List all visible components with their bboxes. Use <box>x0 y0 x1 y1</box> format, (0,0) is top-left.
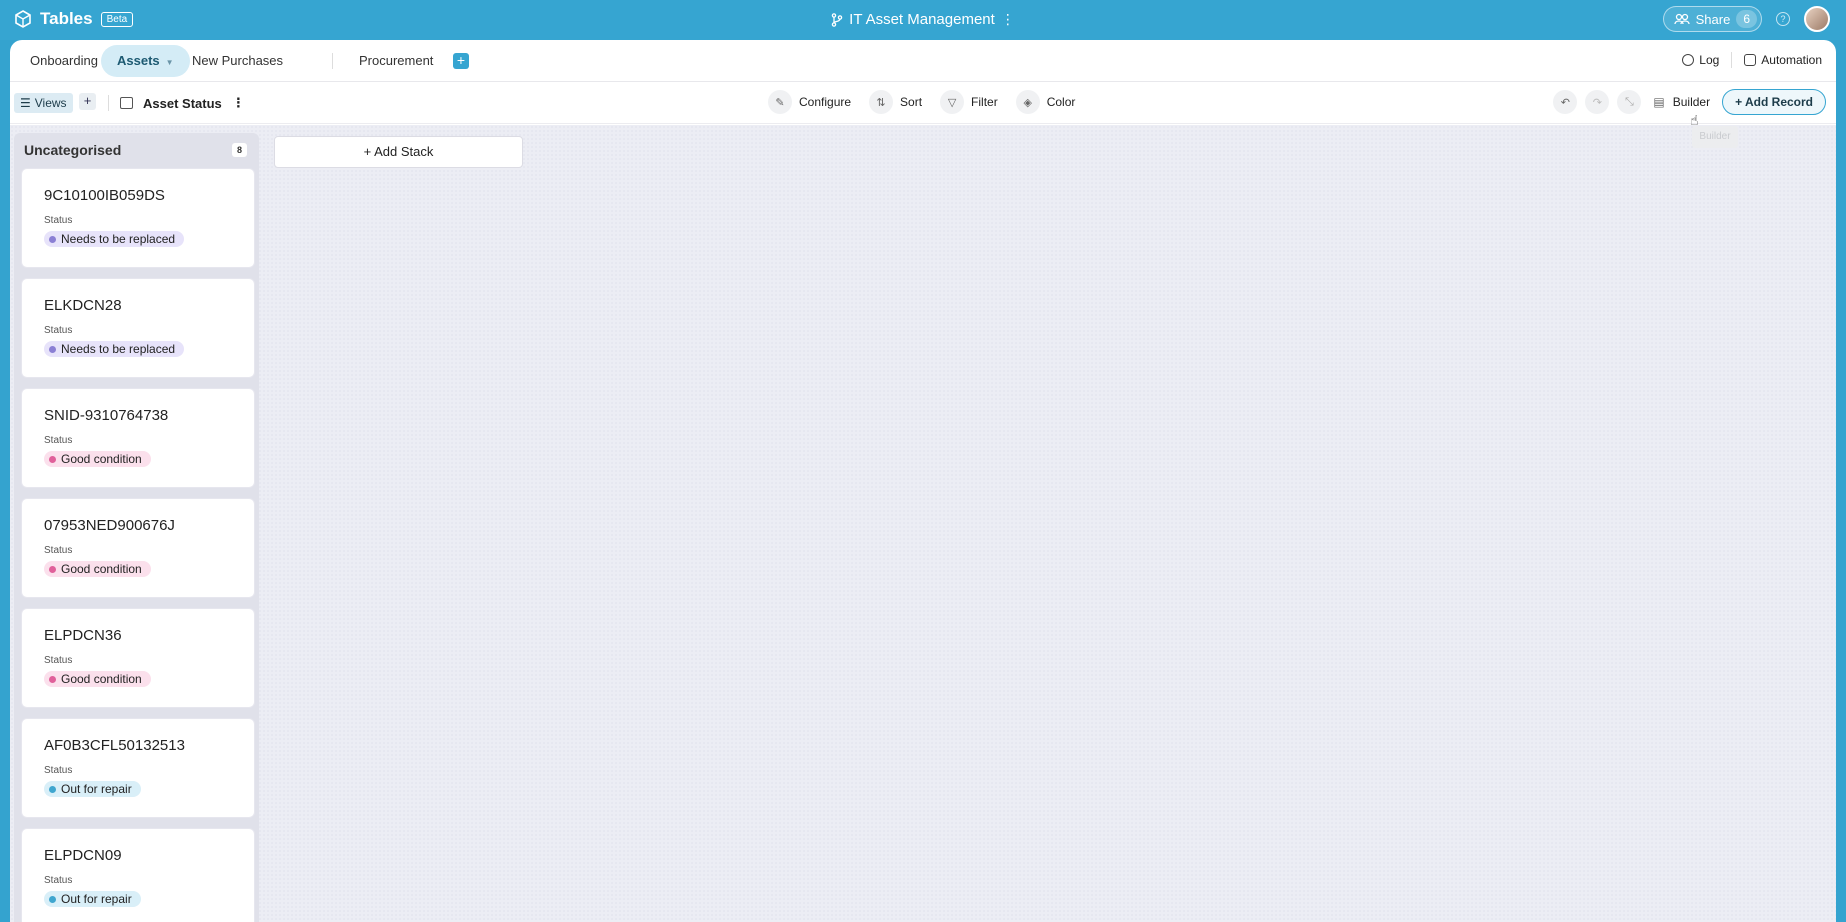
automation-icon <box>1744 54 1757 66</box>
status-badge: Good condition <box>44 671 151 687</box>
undo-icon[interactable]: ↶ <box>1553 90 1578 114</box>
card-title: 9C10100IB059DS <box>44 187 165 204</box>
record-card[interactable]: ELKDCN28 Status Needs to be replaced <box>22 279 254 377</box>
filter-icon: ▽ <box>940 90 965 114</box>
builder-icon: ▤ <box>1653 95 1665 109</box>
share-count: 6 <box>1736 10 1757 28</box>
status-badge: Good condition <box>44 451 151 467</box>
card-title: ELKDCN28 <box>44 297 122 314</box>
status-badge: Out for repair <box>44 781 141 797</box>
card-title: 07953NED900676J <box>44 517 175 534</box>
hand-cursor-icon: ☝ <box>1690 112 1699 128</box>
status-field-label: Status <box>44 875 73 886</box>
color-label: Color <box>1046 95 1076 109</box>
status-field-label: Status <box>44 215 73 226</box>
redo-icon[interactable]: ↷ <box>1585 90 1610 114</box>
record-card[interactable]: 9C10100IB059DS Status Needs to be replac… <box>22 169 254 267</box>
avatar[interactable] <box>1804 6 1830 32</box>
status-badge: Out for repair <box>44 891 141 907</box>
current-view[interactable]: Asset Status ⋮ <box>120 95 245 111</box>
configure-button[interactable]: ✎ Configure <box>768 90 851 114</box>
filter-label: Filter <box>971 95 998 109</box>
sort-label: Sort <box>900 95 923 109</box>
main-panel: Onboarding Assets ▼ New Purchases Procure… <box>10 40 1836 922</box>
color-button[interactable]: ◈ Color <box>1015 90 1076 114</box>
filter-button[interactable]: ▽ Filter <box>940 90 998 114</box>
collapse-icon[interactable]: ⤡ <box>1617 90 1642 114</box>
views-label: Views <box>34 96 67 110</box>
workspace-title-text: IT Asset Management <box>849 11 995 28</box>
add-tab-button[interactable]: + <box>453 53 469 69</box>
log-label: Log <box>1699 53 1720 67</box>
add-stack-button[interactable]: + Add Stack <box>274 136 523 168</box>
record-card[interactable]: ELPDCN09 Status Out for repair <box>22 829 254 922</box>
card-title: AF0B3CFL50132513 <box>44 737 185 754</box>
sort-icon: ⇅ <box>869 90 894 114</box>
top-bar: Tables Beta IT Asset Management ⋮ Share … <box>0 0 1846 40</box>
users-icon <box>1673 13 1690 25</box>
stack-count-badge: 8 <box>231 143 247 157</box>
table-tabs: Onboarding Assets ▼ New Purchases Procure… <box>10 40 1836 82</box>
status-field-label: Status <box>44 545 73 556</box>
log-button[interactable]: Log <box>1682 53 1719 67</box>
tab-onboarding[interactable]: Onboarding <box>14 45 114 77</box>
card-title: SNID-9310764738 <box>44 407 169 424</box>
sort-button[interactable]: ⇅ Sort <box>869 90 922 114</box>
view-toolbar: ☰ Views + Asset Status ⋮ ✎ Configure ⇅ S… <box>10 82 1836 124</box>
builder-label: Builder <box>1672 95 1711 109</box>
automation-label: Automation <box>1761 53 1822 67</box>
builder-tooltip: Builder <box>1692 126 1738 148</box>
share-label: Share <box>1695 11 1731 27</box>
view-menu-icon[interactable]: ⋮ <box>232 95 245 111</box>
add-record-button[interactable]: + Add Record <box>1722 89 1826 115</box>
tab-label: New Purchases <box>192 53 284 68</box>
branch-icon <box>831 12 843 27</box>
record-card[interactable]: AF0B3CFL50132513 Status Out for repair <box>22 719 254 817</box>
wrench-icon: ✎ <box>768 90 792 114</box>
status-field-label: Status <box>44 435 73 446</box>
stack-title: Uncategorised <box>24 142 122 158</box>
status-badge: Needs to be replaced <box>44 231 185 247</box>
tab-label: Assets <box>117 53 160 68</box>
automation-button[interactable]: Automation <box>1744 53 1822 67</box>
clock-icon <box>1682 54 1695 66</box>
record-card[interactable]: ELPDCN36 Status Good condition <box>22 609 254 707</box>
menu-icon: ☰ <box>20 96 31 110</box>
kanban-board: Uncategorised 8 9C10100IB059DS Status Ne… <box>10 125 1836 922</box>
status-field-label: Status <box>44 655 73 666</box>
record-card[interactable]: 07953NED900676J Status Good condition <box>22 499 254 597</box>
status-field-label: Status <box>44 765 73 776</box>
caret-down-icon[interactable]: ▼ <box>166 58 174 67</box>
workspace-menu-icon[interactable]: ⋮ <box>1001 11 1015 28</box>
record-card[interactable]: SNID-9310764738 Status Good condition <box>22 389 254 487</box>
add-view-button[interactable]: + <box>79 93 96 110</box>
views-button[interactable]: ☰ Views <box>14 93 73 113</box>
tab-divider <box>332 53 333 69</box>
divider <box>1731 52 1733 68</box>
tab-label: Procurement <box>359 53 434 68</box>
builder-button[interactable]: ▤ Builder <box>1649 95 1714 109</box>
tab-procurement[interactable]: Procurement <box>343 45 449 77</box>
tab-label: Onboarding <box>30 53 98 68</box>
divider <box>108 95 109 111</box>
card-title: ELPDCN36 <box>44 627 122 644</box>
configure-label: Configure <box>799 95 852 109</box>
kanban-icon <box>120 97 133 109</box>
view-name-label: Asset Status <box>143 95 222 111</box>
tab-new-purchases[interactable]: New Purchases <box>176 45 299 77</box>
card-title: ELPDCN09 <box>44 847 122 864</box>
paint-bucket-icon: ◈ <box>1015 90 1040 114</box>
help-icon[interactable]: ? <box>1776 12 1790 26</box>
stack-uncategorised: Uncategorised 8 9C10100IB059DS Status Ne… <box>14 133 259 922</box>
status-field-label: Status <box>44 325 73 336</box>
workspace-title[interactable]: IT Asset Management ⋮ <box>0 11 1846 28</box>
status-badge: Good condition <box>44 561 151 577</box>
status-badge: Needs to be replaced <box>44 341 185 357</box>
share-button[interactable]: Share 6 <box>1662 6 1762 32</box>
